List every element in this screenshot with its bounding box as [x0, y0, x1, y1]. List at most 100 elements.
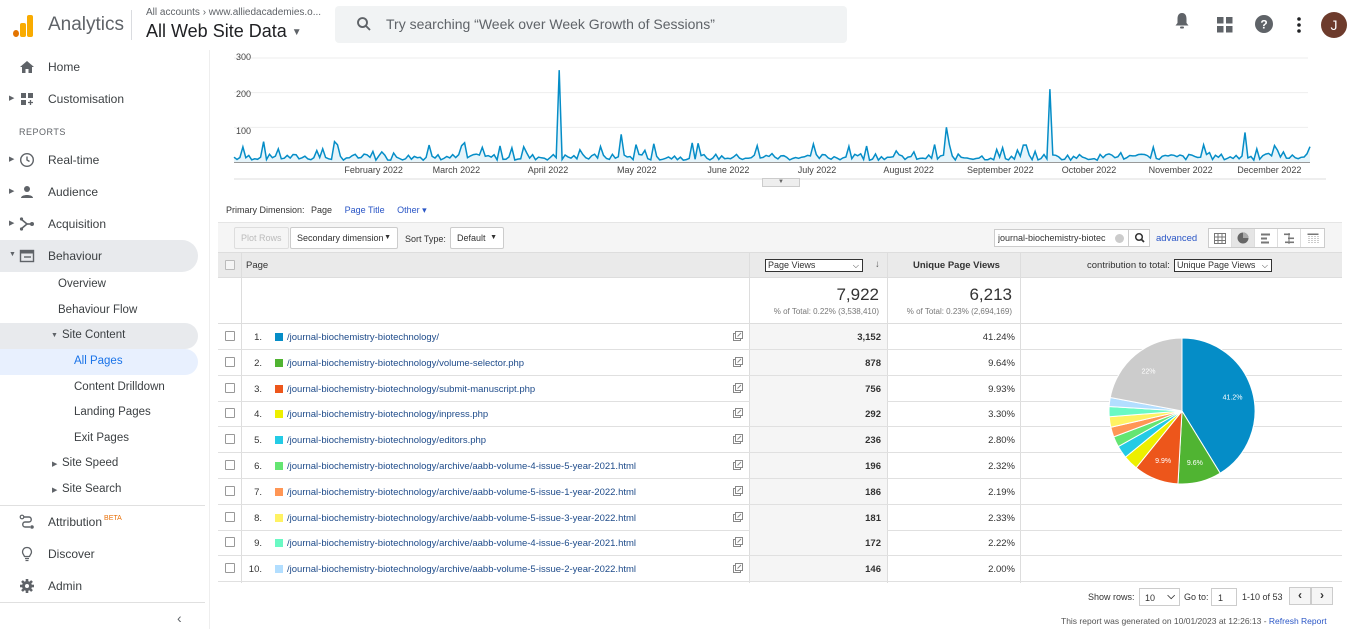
page-link[interactable]: /journal-biochemistry-biotechnology/arch… [287, 487, 636, 498]
sidebar-item-site-speed[interactable]: ▶ Site Speed [0, 451, 198, 477]
page-link[interactable]: /journal-biochemistry-biotechnology/arch… [287, 564, 636, 575]
open-external-icon[interactable] [733, 511, 743, 522]
other-dimension-link[interactable]: Other ▾ [397, 205, 427, 215]
pageviews-value: 181 [865, 512, 881, 524]
open-external-icon[interactable] [733, 485, 743, 496]
page-link[interactable]: /journal-biochemistry-biotechnology/subm… [287, 384, 535, 395]
sidebar-item-exit-pages[interactable]: Exit Pages [0, 426, 198, 452]
unique-pageviews-percent: 41.24% [982, 332, 1015, 343]
row-checkbox[interactable] [225, 382, 235, 393]
total-unique-pageviews: 6,213 [969, 285, 1012, 304]
page-title-dimension-link[interactable]: Page Title [345, 205, 385, 215]
secondary-dimension-dropdown[interactable]: Secondary dimension ▼ [290, 227, 398, 249]
row-checkbox[interactable] [225, 511, 235, 522]
row-checkbox[interactable] [225, 563, 235, 574]
sort-type-dropdown[interactable]: Default ▼ [450, 227, 504, 249]
row-color-swatch [275, 462, 283, 470]
open-external-icon[interactable] [733, 408, 743, 419]
sidebar-item-site-search[interactable]: ▶ Site Search [0, 477, 198, 503]
chevron-down-icon: ⌵ [1261, 261, 1268, 270]
page-link[interactable]: /journal-biochemistry-biotechnology/ [287, 332, 439, 343]
search-input[interactable]: Try searching “Week over Week Growth of … [335, 6, 847, 43]
data-table-view-button[interactable] [1209, 229, 1232, 247]
previous-page-button[interactable]: ‹ [1289, 587, 1311, 605]
sort-descending-icon[interactable]: ↓ [875, 259, 880, 270]
row-color-swatch [275, 410, 283, 419]
sidebar-item-behaviour[interactable]: ▼ Behaviour [0, 240, 198, 272]
expand-arrow-icon: ▶ [9, 220, 15, 227]
sidebar-item-home[interactable]: Home [0, 51, 198, 83]
performance-view-button[interactable] [1255, 229, 1278, 247]
sidebar-item-all-pages[interactable]: All Pages [0, 349, 198, 375]
chart-expand-toggle[interactable]: ▼ [762, 178, 800, 187]
collapse-sidebar-chevron-icon[interactable]: ‹ [177, 610, 182, 626]
page-views-line-chart: 300 200 100 February 2022 March 2022 April… [218, 50, 1352, 190]
row-checkbox[interactable] [225, 460, 235, 470]
next-page-button[interactable]: › [1311, 587, 1333, 605]
pie-view-button[interactable] [1232, 229, 1255, 247]
row-checkbox[interactable] [225, 485, 235, 496]
show-rows-select[interactable]: 10 ⌵ [1139, 588, 1180, 606]
page-link[interactable]: /journal-biochemistry-biotechnology/edit… [287, 435, 486, 446]
plot-rows-button[interactable]: Plot Rows [234, 227, 289, 249]
top-bar: Analytics All accounts › www.alliedacade… [0, 0, 1352, 50]
clear-filter-icon[interactable] [1115, 234, 1124, 243]
page-link[interactable]: /journal-biochemistry-biotechnology/volu… [287, 358, 524, 369]
bell-icon[interactable] [1174, 12, 1190, 30]
page-link[interactable]: /journal-biochemistry-biotechnology/inpr… [287, 409, 488, 420]
page-link[interactable]: /journal-biochemistry-biotechnology/arch… [287, 461, 636, 472]
sidebar-item-overview[interactable]: Overview [0, 272, 198, 298]
sidebar-item-behaviour-flow[interactable]: Behaviour Flow [0, 298, 198, 324]
contribution-metric-dropdown[interactable]: Unique Page Views ⌵ [1174, 259, 1272, 272]
open-external-icon[interactable] [733, 331, 743, 341]
page-link[interactable]: /journal-biochemistry-biotechnology/arch… [287, 513, 636, 524]
sidebar-item-site-content[interactable]: ▼ Site Content [0, 323, 198, 349]
table-filter-input[interactable]: journal-biochemistry-biotec [994, 229, 1150, 247]
more-vert-icon[interactable] [1296, 17, 1302, 33]
sidebar-item-acquisition[interactable]: ▶ Acquisition [0, 208, 198, 240]
open-external-icon[interactable] [733, 460, 743, 470]
x-tick-label: May 2022 [616, 165, 657, 175]
unique-pageviews-column-header[interactable]: Unique Page Views [913, 260, 1000, 271]
breadcrumb[interactable]: All accounts › www.alliedacademies.o... [146, 7, 321, 18]
open-external-icon[interactable] [733, 537, 743, 548]
pageviews-value: 236 [865, 435, 881, 447]
apps-grid-icon[interactable] [1217, 17, 1233, 33]
sidebar-item-content-drilldown[interactable]: Content Drilldown [0, 375, 198, 401]
table-header: Page Page Views ⌵ ↓ Unique Page Views con… [218, 252, 1342, 583]
sidebar-item-customisation[interactable]: ▶ Customisation [0, 83, 198, 115]
row-checkbox[interactable] [225, 537, 235, 548]
pivot-view-button[interactable] [1301, 229, 1324, 247]
pageviews-metric-dropdown[interactable]: Page Views ⌵ [765, 259, 863, 272]
refresh-report-link[interactable]: Refresh Report [1269, 616, 1327, 626]
row-checkbox[interactable] [225, 408, 235, 419]
avatar[interactable]: J [1321, 12, 1347, 38]
goto-page-input[interactable]: 1 [1211, 588, 1237, 606]
row-checkbox[interactable] [225, 434, 235, 445]
select-all-checkbox[interactable] [225, 260, 235, 270]
sidebar-item-audience[interactable]: ▶ Audience [0, 176, 198, 208]
sidebar-item-landing-pages[interactable]: Landing Pages [0, 400, 198, 426]
sidebar-item-discover[interactable]: Discover [0, 538, 198, 570]
view-selector[interactable]: All Web Site Data ▼ [146, 21, 302, 42]
filter-search-button[interactable] [1128, 230, 1150, 246]
open-external-icon[interactable] [733, 563, 743, 574]
page-link[interactable]: /journal-biochemistry-biotechnology/arch… [287, 538, 636, 549]
row-color-swatch [275, 565, 283, 574]
open-external-icon[interactable] [733, 434, 743, 445]
open-external-icon[interactable] [733, 382, 743, 393]
pivot-icon [1307, 233, 1318, 244]
advanced-filter-link[interactable]: advanced [1156, 233, 1197, 244]
open-external-icon[interactable] [733, 356, 743, 367]
series-area [234, 70, 1310, 162]
comparison-view-button[interactable] [1278, 229, 1301, 247]
row-checkbox[interactable] [225, 356, 235, 367]
sidebar-item-attribution[interactable]: Attribution BETA [0, 506, 198, 538]
help-icon[interactable]: ? [1255, 15, 1273, 33]
search-placeholder: Try searching “Week over Week Growth of … [386, 16, 715, 32]
row-checkbox[interactable] [225, 331, 235, 341]
collapse-arrow-icon: ▼ [51, 332, 58, 339]
contribution-label: contribution to total: [1087, 260, 1170, 271]
sidebar-item-realtime[interactable]: ▶ Real-time [0, 144, 198, 176]
sidebar-item-admin[interactable]: Admin [0, 570, 198, 602]
